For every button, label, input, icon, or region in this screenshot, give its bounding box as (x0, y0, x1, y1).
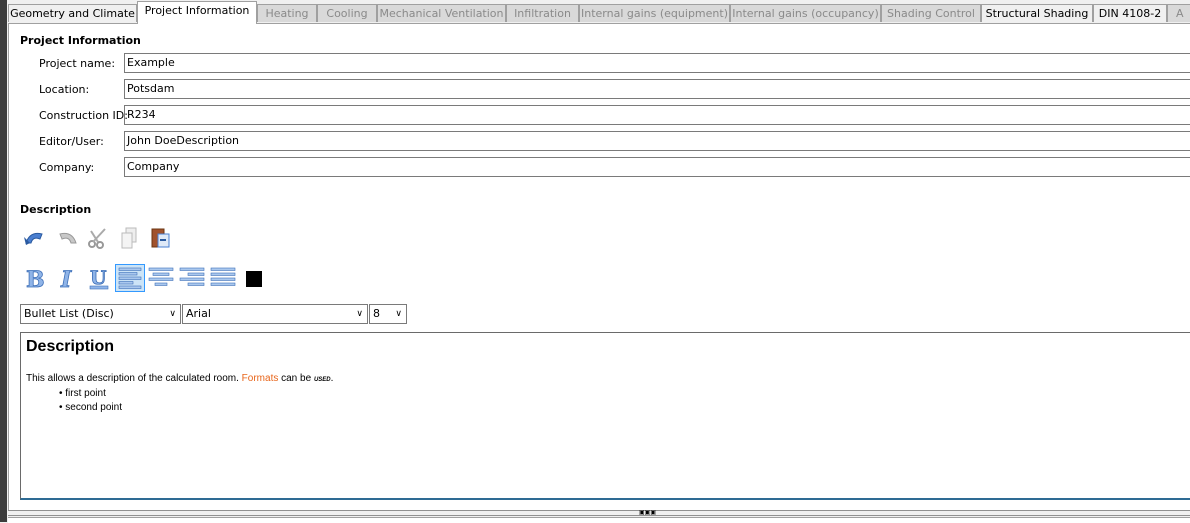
tab-din-4108-2[interactable]: DIN 4108-2 (1093, 4, 1167, 22)
tab-overflow[interactable]: A (1167, 4, 1190, 22)
text-color-icon[interactable] (246, 271, 262, 287)
paragraph-text: . (330, 373, 334, 384)
underline-icon[interactable]: U (86, 265, 112, 291)
section-title-description: Description (20, 203, 92, 216)
tab-infiltration: Infiltration (506, 4, 579, 22)
location-label: Location: (39, 83, 90, 96)
section-title-project-information: Project Information (20, 34, 141, 47)
tab-internal-gains-equipment: Internal gains (equipment) (579, 4, 730, 22)
list-style-dropdown[interactable]: Bullet List (Disc) ∨ (20, 304, 181, 324)
tab-structural-shading[interactable]: Structural Shading (981, 4, 1093, 22)
font-value: Arial (186, 307, 211, 320)
tab-heating: Heating (257, 4, 317, 22)
bullet-list: • first point • second point (59, 387, 122, 415)
list-item: • first point (59, 388, 106, 399)
construction-id-label: Construction ID: (39, 109, 128, 122)
company-input[interactable]: Company (124, 157, 1190, 177)
construction-id-input[interactable]: R234 (124, 105, 1190, 125)
company-label: Company: (39, 161, 95, 174)
styled-word: used (313, 373, 331, 383)
list-item-text: second point (65, 402, 122, 413)
paragraph-text: can be (278, 373, 314, 384)
align-right-icon[interactable] (179, 265, 205, 291)
svg-text:I: I (60, 267, 72, 291)
description-editor[interactable]: Description This allows a description of… (20, 332, 1190, 500)
tab-geometry-climate[interactable]: Geometry and Climate (8, 4, 137, 22)
font-size-dropdown[interactable]: 8 ∨ (369, 304, 407, 324)
bold-icon[interactable]: B (23, 265, 49, 291)
list-style-value: Bullet List (Disc) (24, 307, 114, 320)
undo-icon[interactable] (22, 225, 48, 251)
cut-icon (88, 228, 106, 249)
align-left-icon[interactable] (115, 264, 145, 292)
splitter-handle[interactable]: ▣▣▣ (8, 510, 1190, 516)
list-item-text: first point (65, 388, 106, 399)
project-information-panel: Project Information Project name: Exampl… (8, 23, 1190, 511)
chevron-down-icon: ∨ (169, 309, 176, 319)
tab-cooling: Cooling (317, 4, 377, 22)
grip-icon: ▣▣▣ (639, 509, 657, 516)
chevron-down-icon: ∨ (356, 309, 363, 319)
italic-icon[interactable]: I (55, 265, 81, 291)
editor-user-label: Editor/User: (39, 135, 104, 148)
font-dropdown[interactable]: Arial ∨ (182, 304, 368, 324)
tab-shading-control: Shading Control (881, 4, 981, 22)
project-name-label: Project name: (39, 57, 116, 70)
editor-user-input[interactable]: John DoeDescription (124, 131, 1190, 151)
tab-project-information[interactable]: Project Information (137, 1, 257, 24)
tab-bar: Geometry and Climate Project Information… (8, 1, 1190, 24)
paste-icon[interactable] (148, 225, 174, 251)
tab-mechanical-ventilation: Mechanical Ventilation (377, 4, 506, 22)
tab-internal-gains-occupancy: Internal gains (occupancy) (730, 4, 881, 22)
location-input[interactable]: Potsdam (124, 79, 1190, 99)
redo-icon (59, 232, 77, 244)
copy-icon (121, 227, 137, 249)
justify-icon[interactable] (210, 265, 236, 291)
window-edge (0, 0, 7, 522)
editor-heading: Description (26, 338, 115, 355)
editor-paragraph: This allows a description of the calcula… (26, 373, 333, 384)
paragraph-text: This allows a description of the calcula… (26, 373, 242, 384)
list-item: • second point (59, 402, 122, 413)
bottom-panel (8, 517, 1190, 523)
chevron-down-icon: ∨ (395, 309, 402, 319)
font-size-value: 8 (373, 307, 380, 320)
align-center-icon[interactable] (148, 265, 174, 291)
formats-link[interactable]: Formats (242, 373, 279, 384)
svg-text:B: B (26, 267, 45, 291)
project-name-input[interactable]: Example (124, 53, 1190, 73)
